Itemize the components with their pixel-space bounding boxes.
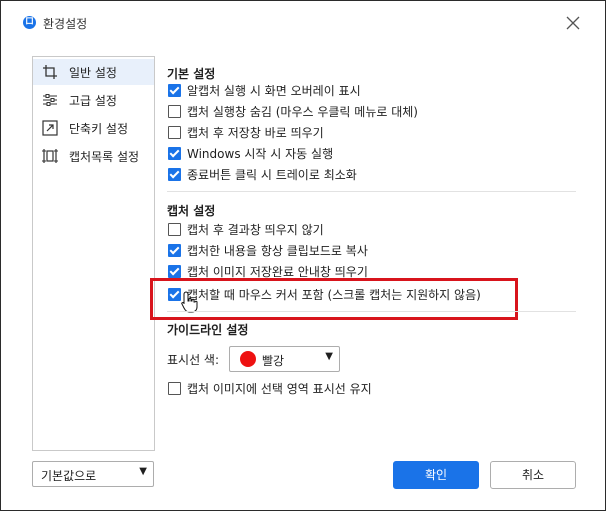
close-button[interactable] [561, 11, 585, 35]
checkbox[interactable] [168, 223, 181, 236]
sidebar-item-label: 캡처목록 설정 [69, 150, 140, 164]
option-label: Windows 시작 시 자동 실행 [187, 147, 334, 161]
checkbox[interactable] [168, 382, 181, 395]
shortcut-arrow-icon [42, 120, 58, 136]
option-label: 캡처 후 결과창 띄우지 않기 [187, 223, 324, 237]
checkbox[interactable] [168, 244, 181, 257]
option-label: 알캡처 실행 시 화면 오버레이 표시 [187, 84, 361, 98]
sidebar-item-shortcuts[interactable]: 단축키 설정 [33, 115, 154, 141]
ok-button[interactable]: 확인 [393, 461, 479, 489]
capture-app-icon: ロ [23, 16, 36, 29]
crop-icon [43, 65, 57, 79]
close-icon [566, 16, 580, 30]
sidebar-item-label: 일반 설정 [69, 66, 117, 80]
sidebar-item-advanced[interactable]: 고급 설정 [33, 87, 154, 113]
checkbox[interactable] [168, 147, 181, 160]
sidebar-item-label: 단축키 설정 [69, 122, 129, 136]
sidebar-item-label: 고급 설정 [69, 94, 117, 108]
cancel-button[interactable]: 취소 [490, 461, 576, 489]
checkbox[interactable] [168, 265, 181, 278]
title-bar[interactable]: ロ 환경설정 [1, 1, 605, 41]
guide-color-label: 표시선 색: [167, 353, 220, 367]
option-label: 캡처 후 저장창 바로 띄우기 [187, 126, 324, 140]
option-label: 종료버튼 클릭 시 트레이로 최소화 [187, 168, 357, 182]
chevron-down-icon: ▼ [325, 351, 333, 362]
color-name: 빨강 [262, 354, 285, 368]
guide-color-dropdown[interactable]: 빨강 ▼ [229, 346, 340, 372]
settings-sidebar: 일반 설정 고급 설정 단축키 설정 캡처목록 설정 [32, 56, 155, 451]
section-title-general: 기본 설정 [167, 67, 216, 81]
window-title: 환경설정 [43, 17, 88, 31]
option-label: 캡처 이미지에 선택 영역 표시선 유지 [187, 382, 372, 396]
reset-dropdown-label: 기본값으로 [41, 469, 97, 483]
checkbox[interactable] [168, 288, 181, 301]
checkbox[interactable] [168, 84, 181, 97]
checkbox[interactable] [168, 126, 181, 139]
sidebar-item-general[interactable]: 일반 설정 [33, 59, 154, 85]
section-title-capture: 캡처 설정 [167, 204, 216, 218]
option-label: 캡처한 내용을 항상 클립보드로 복사 [187, 244, 368, 258]
reset-defaults-dropdown[interactable]: 기본값으로 ▼ [32, 461, 154, 487]
settings-window: ロ 환경설정 일반 설정 고급 설정 단축키 설정 캡처목록 설정 기본값으로 … [0, 0, 606, 511]
sidebar-item-capture-list[interactable]: 캡처목록 설정 [33, 143, 154, 169]
capture-list-icon [42, 149, 58, 163]
option-label: 캡처 실행창 숨김 (마우스 우클릭 메뉴로 대체) [187, 105, 418, 119]
chevron-down-icon: ▼ [139, 466, 147, 477]
hand-cursor-icon [181, 291, 198, 313]
section-divider [167, 191, 576, 192]
section-divider [167, 311, 576, 312]
option-label: 캡처할 때 마우스 커서 포함 (스크롤 캡처는 지원하지 않음) [187, 288, 481, 302]
option-label: 캡처 이미지 저장완료 안내창 띄우기 [187, 265, 368, 279]
section-title-guideline: 가이드라인 설정 [167, 323, 249, 337]
sliders-icon [43, 94, 57, 106]
checkbox[interactable] [168, 168, 181, 181]
checkbox[interactable] [168, 105, 181, 118]
color-swatch [240, 351, 256, 367]
